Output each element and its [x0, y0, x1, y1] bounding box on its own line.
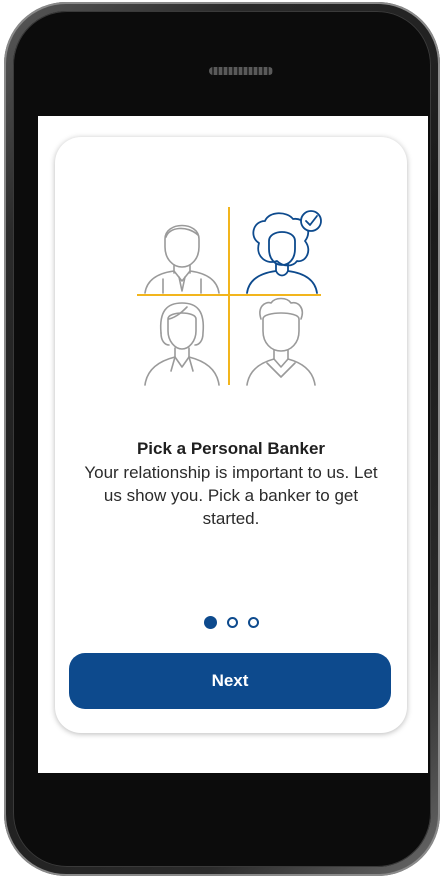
pagination-dots [55, 616, 407, 629]
page-dot-2[interactable] [226, 617, 238, 628]
onboarding-title: Pick a Personal Banker [136, 439, 326, 458]
next-button[interactable]: Next [69, 653, 391, 709]
checkmark-badge-icon [300, 210, 322, 232]
page-dot-3[interactable] [247, 617, 259, 628]
banker-woman-icon [144, 302, 220, 386]
page-dot-1-active[interactable] [203, 616, 217, 629]
phone-frame: Pick a Personal Banker Your relationship… [4, 2, 440, 876]
banker-selection-illustration [137, 207, 322, 386]
app-screen: Pick a Personal Banker Your relationship… [38, 116, 428, 773]
onboarding-body: Your relationship is important to us. Le… [84, 463, 378, 528]
banker-man-icon [144, 224, 220, 294]
banker-man-2-icon [246, 297, 316, 386]
speaker-grille [209, 67, 273, 75]
onboarding-card: Pick a Personal Banker Your relationship… [55, 137, 407, 733]
